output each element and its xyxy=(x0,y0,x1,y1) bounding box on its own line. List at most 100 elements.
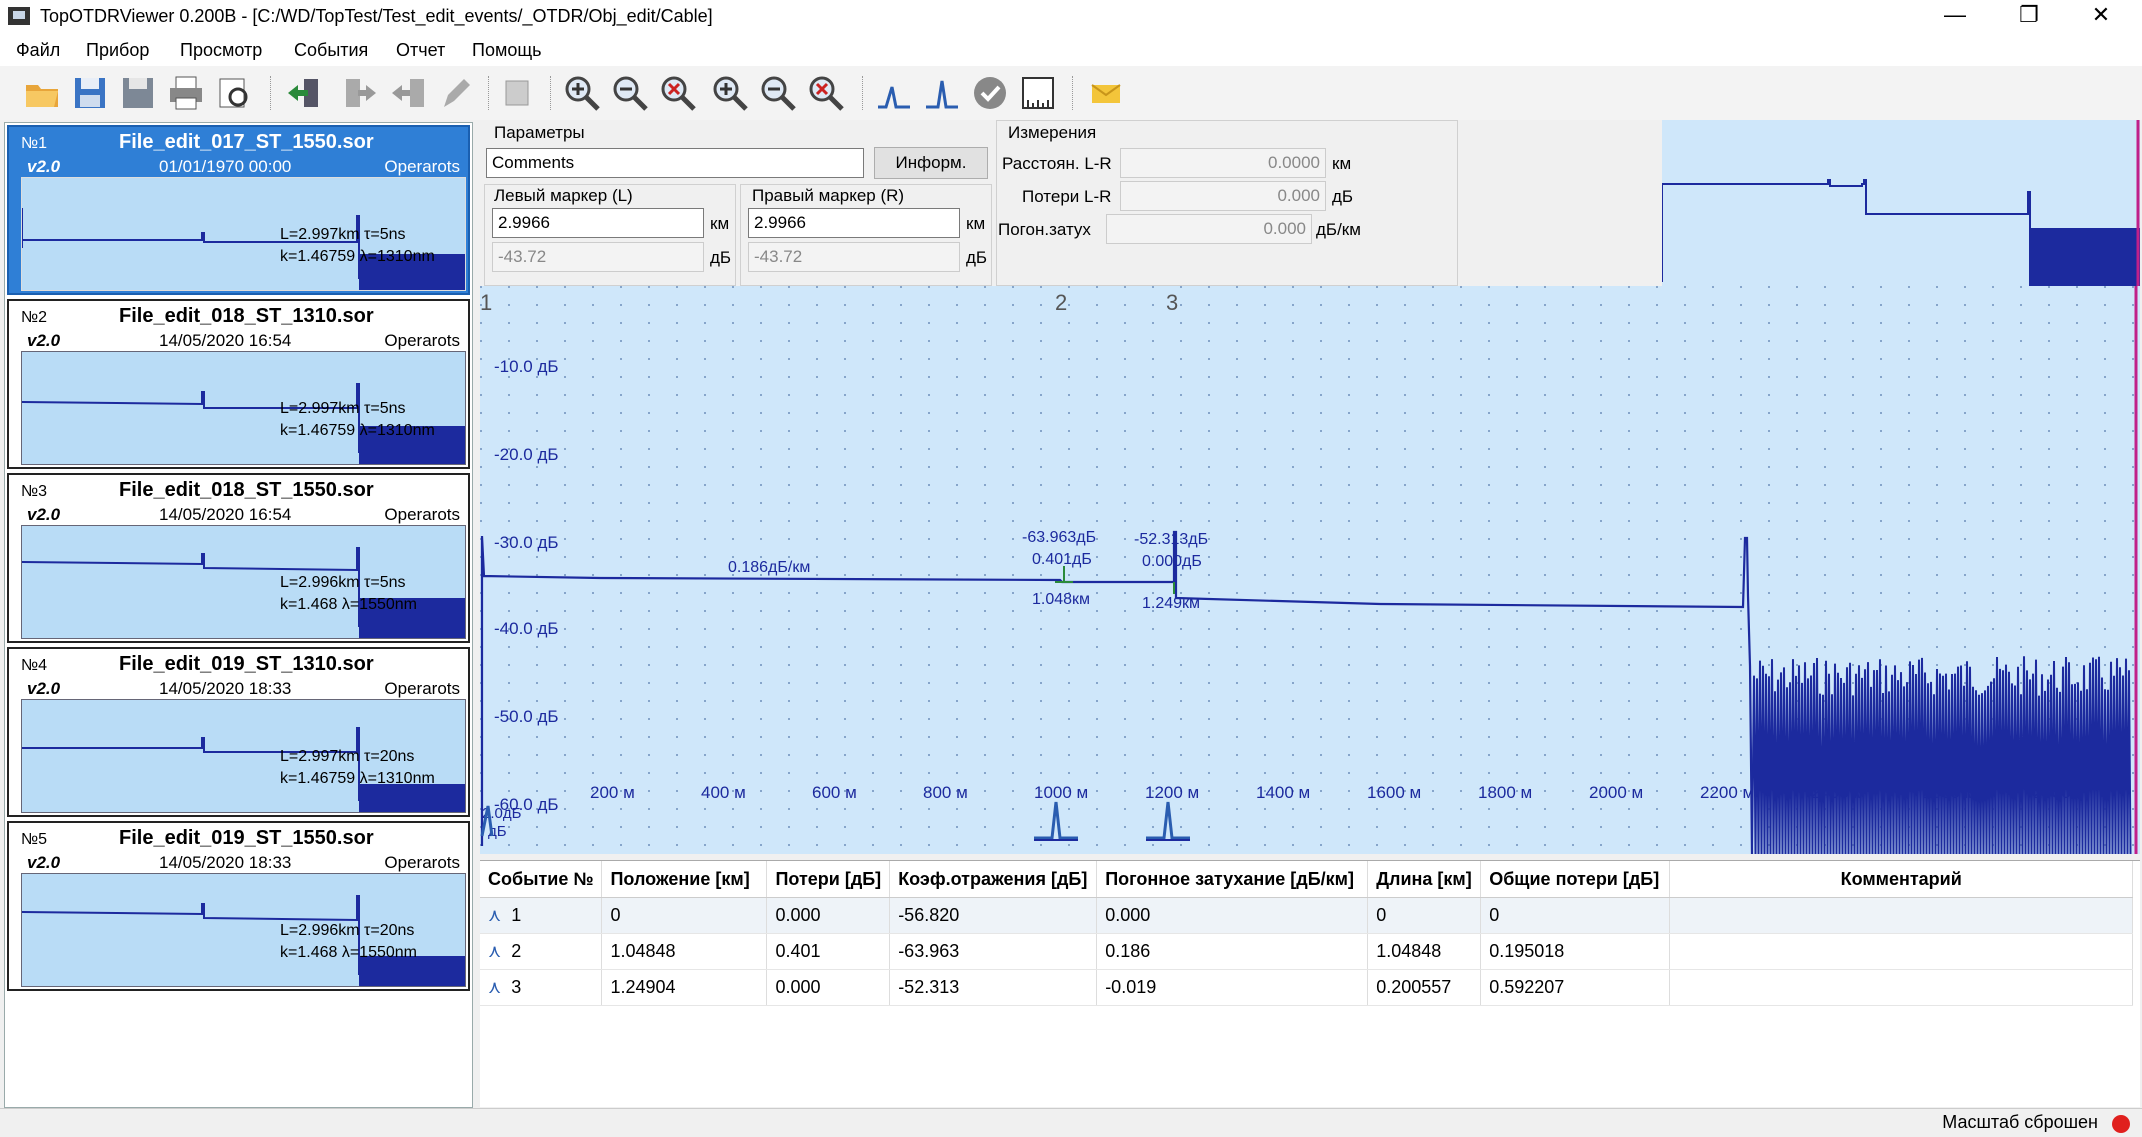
attenuation-cell: 0.000 xyxy=(1096,897,1369,934)
table-row[interactable]: ⋏ 3 1.24904 0.000 -52.313 -0.019 0.20055… xyxy=(480,969,2134,1006)
x-tick-label: 1000 м xyxy=(1034,783,1088,802)
file-card-2[interactable]: №2 File_edit_018_ST_1310.sor v2.0 14/05/… xyxy=(7,299,470,469)
zoom-out-icon[interactable] xyxy=(610,73,650,113)
info-button[interactable]: Информ. xyxy=(874,147,988,179)
file-params-2: k=1.46759 λ=1310nm xyxy=(280,422,435,439)
file-params-1: L=2.997km τ=5ns xyxy=(280,226,406,243)
file-operator: Operarots xyxy=(384,331,460,350)
file-list[interactable]: №1 File_edit_017_ST_1550.sor v2.0 01/01/… xyxy=(4,122,473,1108)
event-number-3: 3 xyxy=(1166,290,1178,315)
import-icon[interactable] xyxy=(284,73,324,113)
status-bar: Масштаб сброшен xyxy=(0,1108,2142,1137)
file-card-4[interactable]: №4 File_edit_019_ST_1310.sor v2.0 14/05/… xyxy=(7,647,470,817)
x-tick-label: 1400 м xyxy=(1256,783,1310,802)
file-number: №5 xyxy=(21,831,48,848)
file-date: 14/05/2020 18:33 xyxy=(159,679,292,698)
window-title: TopOTDRViewer 0.200B - [C:/WD/TopTest/Te… xyxy=(40,6,713,26)
print-icon[interactable] xyxy=(166,73,206,113)
x-tick-label: 2200 м xyxy=(1700,783,1754,802)
comment-cell[interactable] xyxy=(1669,969,2134,1006)
menu-file[interactable]: Файл xyxy=(16,40,60,61)
loss-label: Потери L-R xyxy=(1022,187,1112,206)
menu-help[interactable]: Помощь xyxy=(472,40,542,61)
status-indicator xyxy=(2112,1115,2130,1133)
menu-report[interactable]: Отчет xyxy=(396,40,445,61)
export-icon[interactable] xyxy=(340,73,380,113)
x-tick-label: 800 м xyxy=(923,783,968,802)
menu-device[interactable]: Прибор xyxy=(86,40,149,61)
zoom-reset-icon[interactable] xyxy=(658,73,698,113)
file-name: File_edit_018_ST_1310.sor xyxy=(119,305,374,327)
file-date: 14/05/2020 16:54 xyxy=(159,331,292,350)
restore-button[interactable]: ❐ xyxy=(1994,0,2064,32)
copy-icon[interactable] xyxy=(498,73,538,113)
column-header[interactable]: Общие потери [дБ] xyxy=(1480,861,1671,898)
x-tick-label: 1200 м xyxy=(1145,783,1199,802)
comment-cell[interactable] xyxy=(1669,933,2134,970)
mail-icon[interactable] xyxy=(1086,73,1126,113)
edit-icon[interactable] xyxy=(436,73,476,113)
right-marker-input[interactable] xyxy=(748,208,960,238)
zoom-in-h-icon[interactable] xyxy=(710,73,750,113)
export-left-icon[interactable] xyxy=(388,73,428,113)
close-button[interactable]: ✕ xyxy=(2066,0,2136,32)
trace-thumbnail: L=2.996km τ=20ns k=1.468 λ=1550nm xyxy=(21,873,466,987)
table-row[interactable]: ⋏ 2 1.04848 0.401 -63.963 0.186 1.04848 … xyxy=(480,933,2134,970)
right-marker-label: Правый маркер (R) xyxy=(752,186,905,205)
menu-events[interactable]: События xyxy=(294,40,368,61)
preview-icon[interactable] xyxy=(214,73,254,113)
menu-view[interactable]: Просмотр xyxy=(180,40,262,61)
file-date: 01/01/1970 00:00 xyxy=(159,157,292,176)
event-marker-icon[interactable] xyxy=(874,73,914,113)
comments-input[interactable] xyxy=(486,148,864,178)
file-card-3[interactable]: №3 File_edit_018_ST_1550.sor v2.0 14/05/… xyxy=(7,473,470,643)
app-icon xyxy=(8,7,30,25)
column-header[interactable]: Погонное затухание [дБ/км] xyxy=(1096,861,1369,898)
table-row[interactable]: ⋏ 1 0 0.000 -56.820 0.000 0 0 xyxy=(480,897,2134,934)
reflect-event-icon[interactable] xyxy=(922,73,962,113)
event2-reflectance-label: -63.963дБ xyxy=(1022,529,1096,546)
column-header[interactable]: Коэф.отражения [дБ] xyxy=(889,861,1098,898)
file-params-1: L=2.996km τ=5ns xyxy=(280,574,406,591)
save-icon[interactable] xyxy=(70,73,110,113)
column-header[interactable]: Положение [км] xyxy=(601,861,768,898)
open-folder-icon[interactable] xyxy=(22,73,62,113)
zoom-out-h-icon[interactable] xyxy=(758,73,798,113)
file-operator: Operarots xyxy=(384,157,460,176)
x-tick-label: 2000 м xyxy=(1589,783,1643,802)
column-header[interactable]: Комментарий xyxy=(1669,861,2134,898)
left-marker-unit: км xyxy=(710,214,730,233)
comment-cell[interactable] xyxy=(1669,897,2134,934)
zoom-reset-h-icon[interactable] xyxy=(806,73,846,113)
table-header-row: Событие № Положение [км] Потери [дБ] Коэ… xyxy=(480,861,2134,898)
status-text: Масштаб сброшен xyxy=(1942,1112,2098,1132)
check-icon[interactable] xyxy=(970,73,1010,113)
file-params-2: k=1.468 λ=1550nm xyxy=(280,596,417,613)
toolbar xyxy=(0,66,2142,120)
column-header[interactable]: Длина [км] xyxy=(1367,861,1482,898)
distance-label: Расстоян. L-R xyxy=(1002,154,1112,173)
overview-trace[interactable] xyxy=(1661,120,2140,286)
length-cell: 0 xyxy=(1367,897,1482,934)
left-marker-input[interactable] xyxy=(492,208,704,238)
column-header[interactable]: Потери [дБ] xyxy=(766,861,891,898)
event-number-cell: ⋏ 1 xyxy=(480,897,603,934)
file-card-1[interactable]: №1 File_edit_017_ST_1550.sor v2.0 01/01/… xyxy=(7,125,470,295)
y-tick-label: -10.0 дБ xyxy=(494,357,559,376)
event3-loss-label: 0.000дБ xyxy=(1142,553,1202,570)
file-card-5[interactable]: №5 File_edit_019_ST_1550.sor v2.0 14/05/… xyxy=(7,821,470,991)
otdr-trace-graph[interactable]: 1 2 3 -10.0 дБ -20.0 дБ -30.0 дБ -40.0 д… xyxy=(480,286,2140,854)
y-tick-label: -30.0 дБ xyxy=(494,533,559,552)
column-header[interactable]: Событие № xyxy=(480,861,603,898)
total-loss-cell: 0.195018 xyxy=(1480,933,1671,970)
save-as-icon[interactable] xyxy=(118,73,158,113)
zoom-in-icon[interactable] xyxy=(562,73,602,113)
event-reflect-icon: ⋏ xyxy=(488,905,502,925)
ruler-icon[interactable] xyxy=(1018,73,1058,113)
file-date: 14/05/2020 18:33 xyxy=(159,853,292,872)
left-db-unit: дБ xyxy=(710,248,732,267)
attenuation-cell: -0.019 xyxy=(1096,969,1369,1006)
minimize-button[interactable]: — xyxy=(1920,0,1990,32)
events-table[interactable]: Событие № Положение [км] Потери [дБ] Коэ… xyxy=(480,860,2140,1107)
attenuation-cell: 0.186 xyxy=(1096,933,1369,970)
